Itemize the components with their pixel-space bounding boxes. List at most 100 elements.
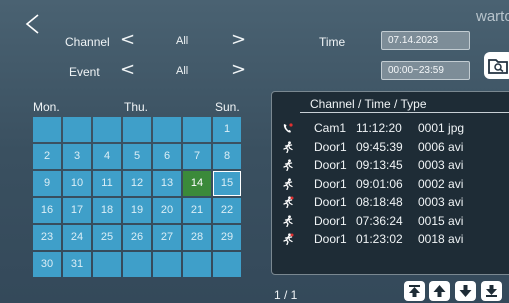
calendar-empty-cell [123, 117, 151, 142]
record-channel: Door1 [314, 139, 347, 154]
date-field[interactable]: 07.14.2023 [381, 31, 470, 50]
calendar-day-26[interactable]: 26 [123, 225, 151, 250]
page-up-button[interactable] [429, 281, 450, 301]
channel-label: Channel [65, 35, 110, 49]
record-channel: Door1 [314, 158, 347, 172]
calendar-day-12[interactable]: 12 [123, 171, 151, 196]
calendar-day-9[interactable]: 9 [33, 171, 61, 196]
calendar-day-11[interactable]: 11 [93, 171, 121, 196]
channel-prev-button[interactable]: < [120, 31, 135, 49]
calendar-empty-cell [93, 117, 121, 142]
calendar-day-3[interactable]: 3 [63, 144, 91, 169]
record-channel: Cam1 [314, 121, 347, 135]
calendar-empty-cell [153, 117, 181, 142]
record-list-header: Channel / Time / Type [310, 97, 427, 111]
calendar-day-19[interactable]: 19 [123, 198, 151, 223]
record-time: 08:18:48 [356, 195, 403, 209]
calendar-day-31[interactable]: 31 [63, 252, 91, 277]
record-type: 0006 avi [418, 139, 464, 154]
calendar-day-4[interactable]: 4 [93, 144, 121, 169]
page-indicator: 1 / 1 [274, 288, 298, 302]
record-type: 0018 avi [418, 232, 464, 246]
record-channel: Door1 [314, 176, 347, 191]
calendar-day-7[interactable]: 7 [183, 144, 211, 169]
calendar-day-10[interactable]: 10 [63, 171, 91, 196]
brand-logo: warto [476, 8, 509, 25]
record-time: 09:45:39 [356, 139, 403, 154]
calendar-day-28[interactable]: 28 [183, 225, 211, 250]
calendar-day-24[interactable]: 24 [63, 225, 91, 250]
record-time: 01:23:02 [356, 232, 403, 246]
calendar-day-2[interactable]: 2 [33, 144, 61, 169]
last-page-icon [486, 285, 497, 297]
record-type: 0003 avi [418, 195, 464, 209]
event-value: All [176, 65, 189, 77]
calendar-day-14[interactable]: 14 [183, 171, 211, 196]
record-time: 11:12:20 [356, 121, 402, 135]
calendar-empty-cell [183, 252, 211, 277]
calendar-day-25[interactable]: 25 [93, 225, 121, 250]
event-next-button[interactable]: > [231, 61, 246, 79]
calendar-day-17[interactable]: 17 [63, 198, 91, 223]
phone-icon [283, 123, 293, 133]
running-person-icon [283, 214, 293, 227]
record-row[interactable]: Door1 09:13:45 0003 avi [272, 156, 509, 174]
calendar-day-20[interactable]: 20 [153, 198, 181, 223]
record-type: 0002 avi [418, 176, 464, 191]
record-row[interactable]: Door1 09:45:39 0006 avi [272, 138, 509, 156]
calendar-day-6[interactable]: 6 [153, 144, 181, 169]
record-row[interactable]: Door1 09:01:06 0002 avi [272, 175, 509, 193]
calendar-day-16[interactable]: 16 [33, 198, 61, 223]
weekday-header-thu: Thu. [124, 100, 149, 114]
first-page-button[interactable] [404, 281, 425, 301]
search-button[interactable] [484, 52, 509, 79]
channel-next-button[interactable]: > [231, 31, 246, 49]
calendar-empty-cell [213, 252, 241, 277]
calendar-empty-cell [63, 117, 91, 142]
event-prev-button[interactable]: < [120, 61, 135, 79]
calendar-empty-cell [93, 252, 121, 277]
back-icon[interactable] [22, 12, 44, 38]
event-label: Event [69, 65, 100, 79]
calendar-empty-cell [123, 252, 151, 277]
running-person-icon [283, 140, 293, 153]
calendar-empty-cell [33, 117, 61, 142]
record-channel: Door1 [314, 213, 347, 228]
weekday-header-mon: Mon. [33, 100, 60, 114]
running-person-icon [283, 233, 294, 245]
record-time: 09:01:06 [356, 176, 403, 191]
header-divider [300, 112, 509, 113]
folder-search-icon [488, 59, 508, 74]
calendar: 1 2 3 4 5 6 7 8 9 10 11 12 13 14 15 16 17 18 19 20 21 22 23 24 2… [33, 117, 243, 277]
page-up-icon [433, 285, 446, 297]
calendar-day-8[interactable]: 8 [213, 144, 241, 169]
page-down-button[interactable] [455, 281, 476, 301]
calendar-day-1[interactable]: 1 [213, 117, 241, 142]
running-person-icon [283, 159, 293, 171]
calendar-day-22[interactable]: 22 [213, 198, 241, 223]
record-row[interactable]: Door1 08:18:48 0003 avi [272, 193, 509, 211]
calendar-day-21[interactable]: 21 [183, 198, 211, 223]
calendar-day-13[interactable]: 13 [153, 171, 181, 196]
running-person-icon [283, 196, 294, 208]
time-label: Time [319, 35, 346, 49]
calendar-day-18[interactable]: 18 [93, 198, 121, 223]
record-row[interactable]: Door1 01:23:02 0018 avi [272, 230, 509, 248]
calendar-day-5[interactable]: 5 [123, 144, 151, 169]
calendar-day-23[interactable]: 23 [33, 225, 61, 250]
calendar-grid: 1 2 3 4 5 6 7 8 9 10 11 12 13 14 15 16 17 18 19 20 21 22 23 24 2… [33, 117, 243, 277]
record-type: 0003 avi [418, 158, 464, 172]
calendar-day-30[interactable]: 30 [33, 252, 61, 277]
calendar-empty-cell [183, 117, 211, 142]
record-time: 09:13:45 [356, 158, 403, 172]
time-range-field[interactable]: 00:00~23:59 [381, 61, 470, 80]
record-row[interactable]: Door1 07:36:24 0015 avi [272, 212, 509, 230]
calendar-day-29[interactable]: 29 [213, 225, 241, 250]
calendar-day-27[interactable]: 27 [153, 225, 181, 250]
last-page-button[interactable] [481, 281, 502, 301]
record-row[interactable]: Cam1 11:12:20 0001 jpg [272, 119, 509, 137]
calendar-day-15[interactable]: 15 [213, 171, 241, 196]
calendar-empty-cell [153, 252, 181, 277]
channel-value: All [176, 35, 189, 47]
page-down-icon [459, 285, 472, 297]
